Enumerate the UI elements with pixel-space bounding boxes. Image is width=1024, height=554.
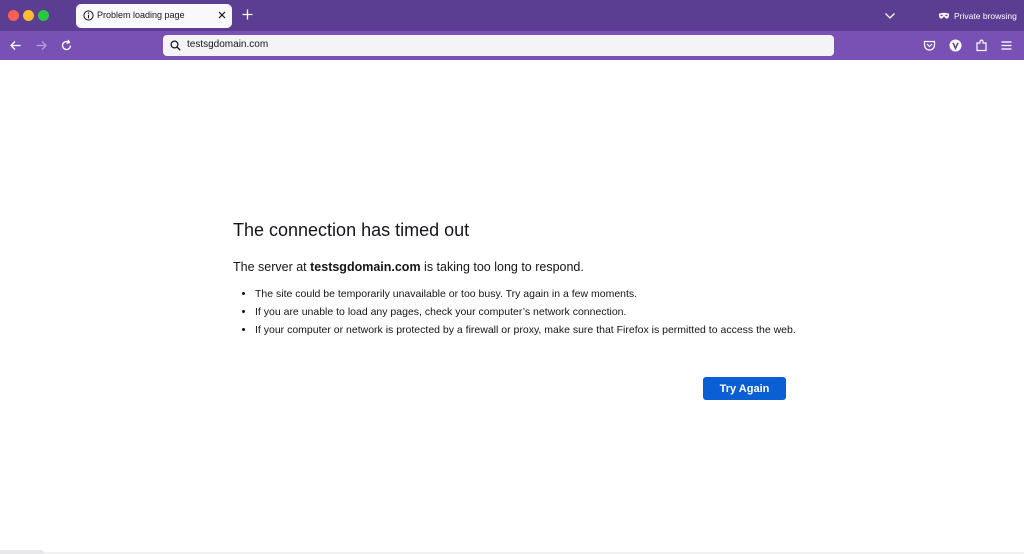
pocket-icon[interactable] [923, 39, 936, 52]
status-panel [0, 550, 44, 554]
error-description-prefix: The server at [233, 260, 311, 274]
info-icon [83, 10, 94, 21]
tab-title: Problem loading page [97, 10, 185, 20]
window-zoom-button[interactable] [38, 10, 49, 21]
forward-arrow-icon[interactable] [35, 39, 48, 52]
search-icon [170, 40, 181, 51]
plus-icon[interactable] [241, 8, 254, 21]
account-icon[interactable] [949, 39, 962, 52]
hamburger-menu-icon[interactable] [1000, 39, 1013, 52]
back-arrow-icon[interactable] [9, 39, 22, 52]
error-page: The connection has timed out The server … [0, 60, 1024, 554]
error-description-suffix: is taking too long to respond. [420, 260, 584, 274]
error-suggestion-list: The site could be temporarily unavailabl… [233, 288, 815, 342]
try-again-button[interactable]: Try Again [703, 377, 786, 400]
error-description: The server at testsgdomain.com is taking… [233, 260, 584, 274]
error-title: The connection has timed out [233, 220, 470, 240]
extensions-icon[interactable] [975, 39, 988, 52]
tab-strip: Problem loading page Private browsing [0, 0, 1024, 31]
list-item: If you are unable to load any pages, che… [255, 306, 815, 320]
list-item: If your computer or network is protected… [255, 324, 815, 338]
private-browsing-indicator: Private browsing [938, 9, 1017, 23]
tab-problem-loading-page[interactable]: Problem loading page [76, 4, 232, 28]
window-minimize-button[interactable] [23, 10, 34, 21]
reload-icon[interactable] [60, 39, 73, 52]
address-bar[interactable]: testsgdomain.com [163, 35, 834, 56]
chevron-down-icon[interactable] [884, 10, 896, 22]
close-icon[interactable] [217, 10, 227, 20]
private-browsing-label: Private browsing [954, 11, 1017, 21]
window-close-button[interactable] [8, 10, 19, 21]
list-item: The site could be temporarily unavailabl… [255, 288, 815, 302]
browser-window: Problem loading page Private browsing te… [0, 0, 1024, 554]
navigation-toolbar: testsgdomain.com [0, 31, 1024, 60]
url-text[interactable]: testsgdomain.com [187, 39, 268, 50]
mask-icon [938, 12, 950, 19]
server-domain: testsgdomain.com [310, 260, 421, 274]
